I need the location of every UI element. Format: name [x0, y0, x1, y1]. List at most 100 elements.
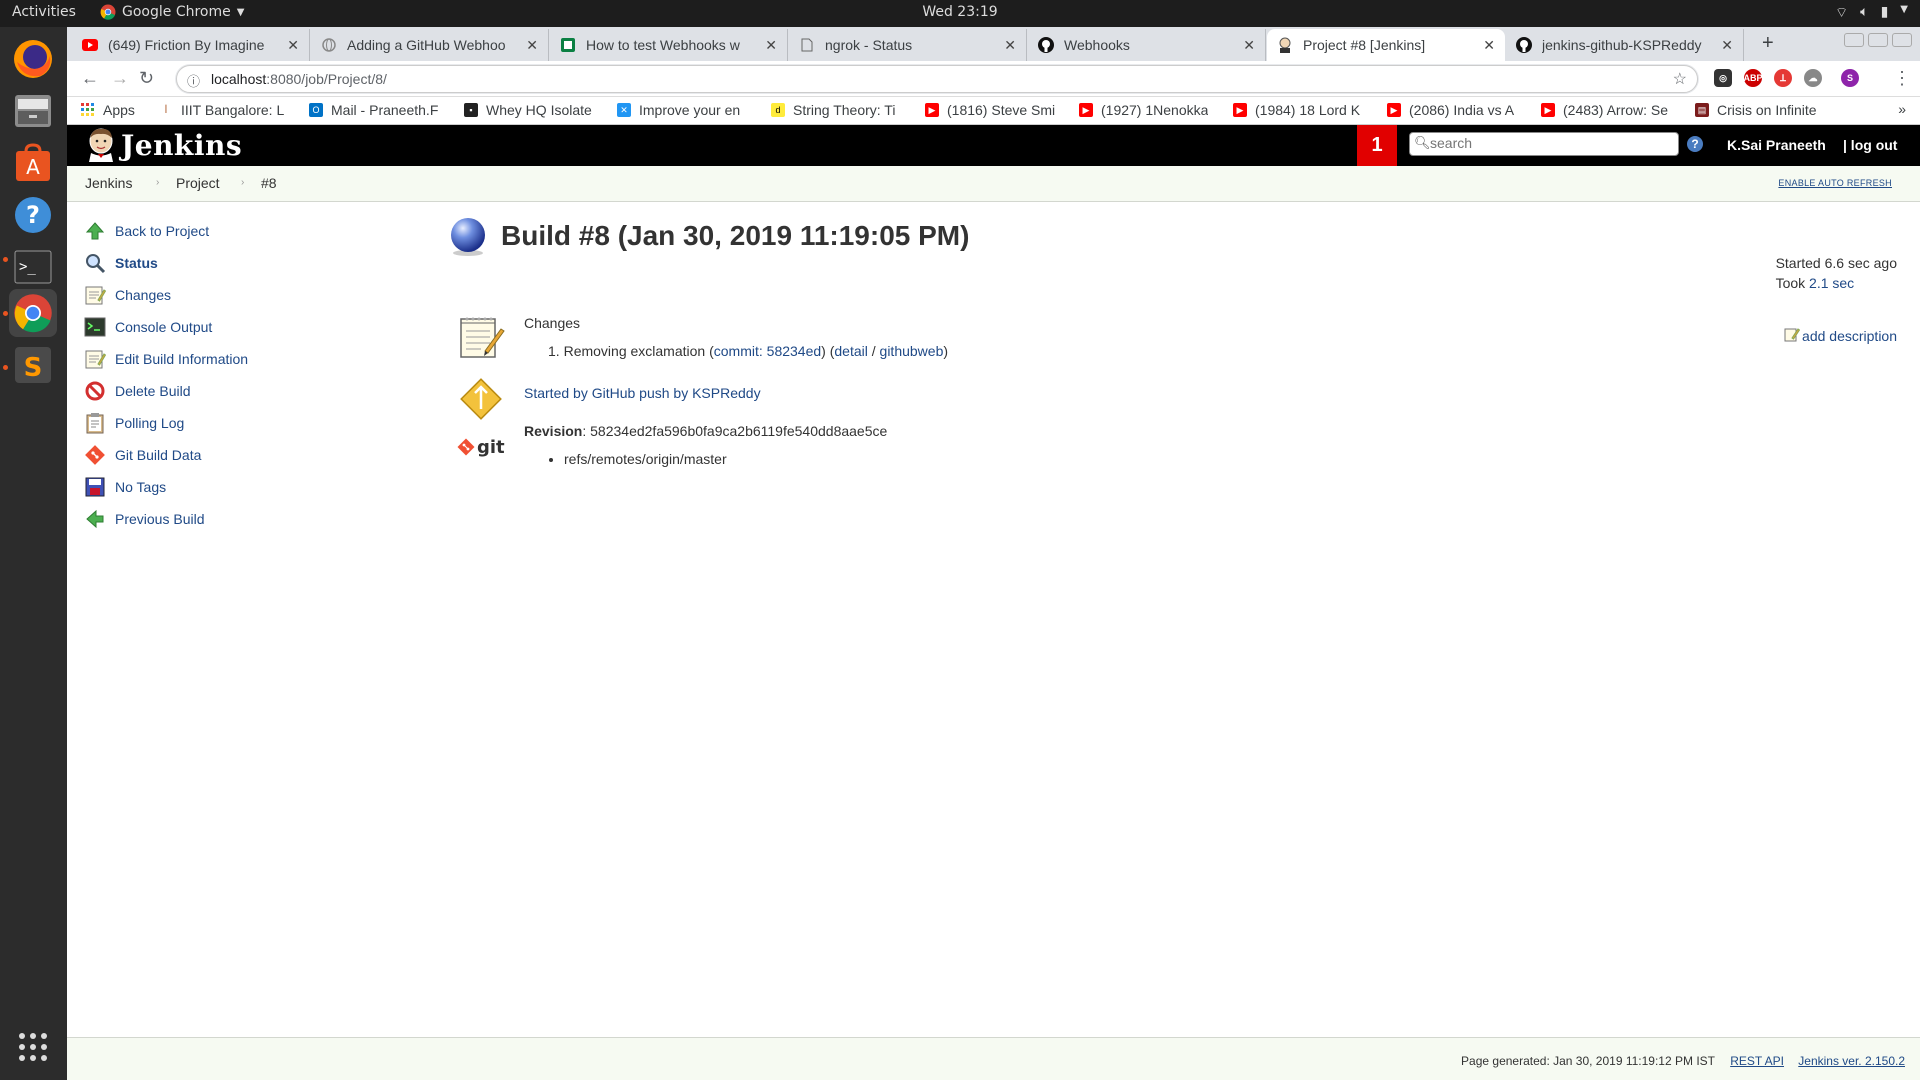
tab-adding-webhook[interactable]: Adding a GitHub Webhoo ✕ — [311, 29, 549, 61]
firefox-icon[interactable] — [9, 35, 57, 83]
task-polling-log[interactable]: Polling Log — [83, 407, 403, 439]
info-icon[interactable]: ⓘ — [187, 71, 200, 90]
bookmark-iiit[interactable]: ꟾ IIIT Bangalore: L — [159, 102, 293, 118]
bookmark-apps[interactable]: Apps — [81, 102, 135, 118]
window-controls[interactable] — [1844, 33, 1912, 47]
back-arrow-icon[interactable]: ← — [81, 68, 99, 89]
bookmark-nenokka[interactable]: ▶ (1927) 1Nenokka — [1079, 102, 1217, 118]
task-label[interactable]: Console Output — [115, 319, 212, 335]
bookmark-mail[interactable]: O Mail - Praneeth.F — [309, 102, 447, 118]
user-link[interactable]: K.Sai Praneeth — [1727, 137, 1826, 153]
task-label[interactable]: Changes — [115, 287, 171, 303]
terminal-icon[interactable]: >_ — [9, 243, 57, 291]
search-input[interactable] — [1430, 135, 1670, 151]
task-status[interactable]: Status — [83, 247, 403, 279]
help-icon[interactable]: ? — [9, 191, 57, 239]
close-window-icon[interactable] — [1892, 33, 1912, 47]
bookmark-string-theory[interactable]: d String Theory: Ti — [771, 102, 909, 118]
bookmark-steve-smith[interactable]: ▶ (1816) Steve Smi — [925, 102, 1063, 118]
logout-link[interactable]: | log out — [1843, 137, 1897, 153]
task-no-tags[interactable]: No Tags — [83, 471, 403, 503]
tab-friction[interactable]: (649) Friction By Imagine ✕ — [72, 29, 310, 61]
task-edit-build-information[interactable]: Edit Build Information — [83, 343, 403, 375]
task-label[interactable]: Status — [115, 255, 158, 271]
clock[interactable]: Wed 23:19 — [922, 4, 997, 20]
extension-red-icon[interactable]: ꓕ — [1774, 69, 1792, 87]
bookmark-lord[interactable]: ▶ (1984) 18 Lord K — [1233, 102, 1371, 118]
bookmark-arrow[interactable]: ▶ (2483) Arrow: Se — [1541, 102, 1679, 118]
task-label[interactable]: Delete Build — [115, 383, 191, 399]
task-label[interactable]: Back to Project — [115, 223, 209, 239]
profile-avatar[interactable]: S — [1841, 69, 1859, 87]
task-label[interactable]: Edit Build Information — [115, 351, 248, 367]
add-description-link[interactable]: add description — [1802, 328, 1897, 344]
forward-arrow-icon[interactable]: → — [111, 68, 129, 89]
breadcrumb-build[interactable]: #8 — [261, 175, 277, 191]
sublime-text-icon[interactable]: S — [9, 341, 57, 389]
tab-ngrok[interactable]: ngrok - Status ✕ — [789, 29, 1027, 61]
task-delete-build[interactable]: Delete Build — [83, 375, 403, 407]
tab-strip: (649) Friction By Imagine ✕ Adding a Git… — [67, 27, 1920, 61]
software-center-icon[interactable]: A — [9, 139, 57, 187]
githubweb-link[interactable]: githubweb — [880, 343, 944, 359]
task-label[interactable]: Previous Build — [115, 511, 205, 527]
task-previous-build[interactable]: Previous Build — [83, 503, 403, 535]
task-back-to-project[interactable]: Back to Project — [83, 215, 403, 247]
close-icon[interactable]: ✕ — [1483, 37, 1495, 54]
detail-link[interactable]: detail — [834, 343, 867, 359]
show-applications-icon[interactable] — [9, 1023, 57, 1071]
jenkins-search-box[interactable]: 🔍︎ — [1409, 132, 1679, 156]
close-icon[interactable]: ✕ — [1721, 37, 1733, 54]
tab-test-webhooks[interactable]: How to test Webhooks w ✕ — [550, 29, 788, 61]
bookmark-whey[interactable]: ▪ Whey HQ Isolate — [464, 102, 604, 118]
enable-auto-refresh-link[interactable]: ENABLE AUTO REFRESH — [1778, 178, 1892, 188]
tab-jenkins-github[interactable]: jenkins-github-KSPReddy ✕ — [1506, 29, 1744, 61]
system-tray[interactable]: ⌔ 🔈︎ ▮ ▼ — [1835, 4, 1908, 22]
bookmark-improve[interactable]: ✕ Improve your en — [617, 102, 757, 118]
close-icon[interactable]: ✕ — [287, 37, 299, 54]
task-label[interactable]: Git Build Data — [115, 447, 201, 463]
new-tab-button[interactable]: + — [1762, 32, 1774, 55]
task-changes[interactable]: Changes — [83, 279, 403, 311]
minimize-icon[interactable] — [1844, 33, 1864, 47]
tab-webhooks[interactable]: Webhooks ✕ — [1028, 29, 1266, 61]
bookmark-india[interactable]: ▶ (2086) India vs A — [1387, 102, 1525, 118]
activities-button[interactable]: Activities — [12, 4, 76, 20]
menu-kebab-icon[interactable]: ⋮ — [1893, 68, 1911, 89]
help-icon[interactable]: ? — [1687, 136, 1703, 152]
apps-grid-icon — [81, 103, 95, 117]
close-icon[interactable]: ✕ — [1004, 37, 1016, 54]
close-icon[interactable]: ✕ — [765, 37, 777, 54]
bookmarks-overflow-icon[interactable]: » — [1898, 101, 1906, 117]
bookmark-star-icon[interactable]: ☆ — [1673, 69, 1687, 89]
breadcrumb-separator-icon[interactable]: › — [156, 177, 159, 188]
chrome-dock-icon[interactable] — [9, 289, 57, 337]
jenkins-logo[interactable]: Jenkins — [85, 128, 242, 162]
breadcrumb-separator-icon[interactable]: › — [241, 177, 244, 188]
files-icon[interactable] — [9, 87, 57, 135]
rest-api-link[interactable]: REST API — [1730, 1054, 1784, 1068]
task-label[interactable]: No Tags — [115, 479, 166, 495]
extension-cloud-icon[interactable]: ☁ — [1804, 69, 1822, 87]
notification-badge[interactable]: 1 — [1357, 125, 1397, 166]
jenkins-version-link[interactable]: Jenkins ver. 2.150.2 — [1798, 1054, 1905, 1068]
adblock-icon[interactable]: ABP — [1744, 69, 1763, 87]
add-description[interactable]: add description — [1784, 326, 1897, 345]
task-console-output[interactable]: Console Output — [83, 311, 403, 343]
maximize-icon[interactable] — [1868, 33, 1888, 47]
extension-icon[interactable]: ◎ — [1714, 69, 1732, 87]
close-icon[interactable]: ✕ — [1243, 37, 1255, 54]
took-duration-link[interactable]: 2.1 sec — [1809, 275, 1854, 291]
task-label[interactable]: Polling Log — [115, 415, 184, 431]
started-by-link[interactable]: Started by GitHub push by KSPReddy — [524, 385, 761, 401]
breadcrumb-jenkins[interactable]: Jenkins — [85, 175, 132, 191]
commit-link[interactable]: commit: 58234ed — [714, 343, 821, 359]
breadcrumb-project[interactable]: Project — [176, 175, 220, 191]
reload-icon[interactable]: ↻ — [139, 68, 154, 89]
close-icon[interactable]: ✕ — [526, 37, 538, 54]
tab-jenkins-active[interactable]: Project #8 [Jenkins] ✕ — [1267, 29, 1505, 61]
bookmark-crisis[interactable]: ▤ Crisis on Infinite — [1695, 102, 1845, 118]
app-menu[interactable]: Google Chrome ▼ — [100, 4, 244, 20]
address-bar[interactable]: ⓘ localhost:8080/job/Project/8/ ☆ — [176, 65, 1698, 93]
task-git-build-data[interactable]: Git Build Data — [83, 439, 403, 471]
